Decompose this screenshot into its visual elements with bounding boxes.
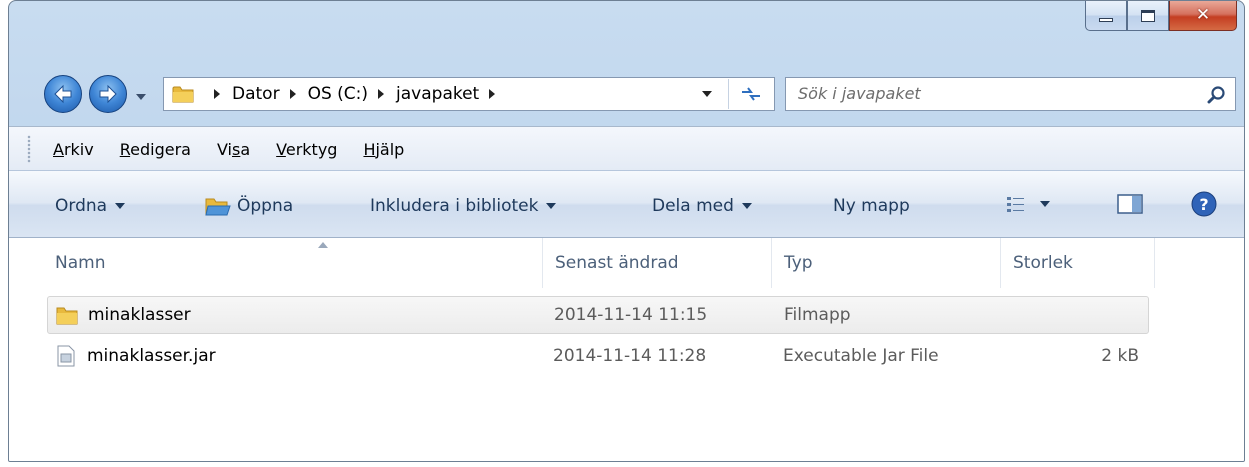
chevron-right-icon[interactable]: [374, 87, 388, 101]
breadcrumb-item-os-c[interactable]: OS (C:): [308, 84, 368, 104]
help-button[interactable]: ?: [1191, 187, 1217, 221]
include-in-library-button[interactable]: Inkludera i bibliotek: [370, 191, 557, 221]
address-history-dropdown-icon[interactable]: [700, 87, 714, 101]
file-type: Filmapp: [784, 305, 851, 325]
close-button[interactable]: ✕: [1169, 1, 1237, 31]
menu-item-label: rkiv: [63, 139, 94, 159]
search-field[interactable]: Sök i javapaket: [785, 77, 1236, 111]
folder-icon: [56, 307, 78, 325]
column-header-modified[interactable]: Senast ändrad: [543, 238, 772, 288]
menu-item-label: edigera: [130, 139, 191, 159]
open-button[interactable]: Öppna: [205, 191, 293, 221]
menu-item-mnemonic: H: [363, 139, 376, 159]
close-icon: ✕: [1195, 5, 1211, 25]
organize-button[interactable]: Ordna: [55, 191, 126, 221]
forward-button[interactable]: [89, 75, 127, 113]
jar-file-icon: [57, 345, 75, 367]
window-controls: ✕: [1085, 1, 1237, 39]
file-name: minaklasser: [88, 305, 191, 325]
menu-item-label: jälp: [375, 139, 405, 159]
chevron-right-icon[interactable]: [210, 87, 224, 101]
column-header-row: Namn Senast ändrad Typ Storlek: [9, 238, 1244, 288]
menu-bar: Arkiv Redigera Visa Verktyg Hjälp: [9, 126, 1244, 170]
svg-text:?: ?: [1199, 195, 1208, 214]
view-details-icon: [1007, 197, 1024, 212]
chevron-down-icon: [115, 203, 126, 209]
column-header-type[interactable]: Typ: [772, 238, 1001, 288]
breadcrumb-item-javapaket[interactable]: javapaket: [396, 84, 479, 104]
file-modified: 2014-11-14 11:15: [554, 305, 708, 325]
refresh-icon: [742, 87, 760, 101]
include-in-library-label: Inkludera i bibliotek: [370, 196, 539, 216]
file-list: Namn Senast ändrad Typ Storlek minaklass…: [9, 238, 1244, 461]
menu-item-mnemonic: A: [53, 139, 64, 159]
recent-pages-dropdown-icon[interactable]: [134, 90, 148, 104]
chevron-right-icon[interactable]: [286, 87, 300, 101]
share-with-label: Dela med: [652, 196, 734, 216]
menu-item-hjalp[interactable]: Hjälp: [363, 140, 404, 159]
breadcrumb-item-dator[interactable]: Dator: [232, 84, 280, 104]
menu-item-redigera[interactable]: Redigera: [120, 140, 191, 159]
chevron-down-icon: [741, 203, 752, 209]
menu-item-label: erktyg: [285, 139, 338, 159]
chevron-down-icon: [546, 203, 557, 209]
open-label: Öppna: [237, 196, 294, 216]
explorer-window: ✕ Dator OS (C:) javapaket Sök i javapake…: [8, 0, 1245, 462]
breadcrumb: Dator OS (C:) javapaket: [204, 78, 507, 110]
column-header-name[interactable]: Namn: [43, 238, 543, 288]
file-size: 2 kB: [1101, 346, 1139, 366]
column-header-size[interactable]: Storlek: [1001, 238, 1155, 288]
maximize-button[interactable]: [1127, 1, 1169, 31]
menu-item-mnemonic: V: [276, 139, 286, 159]
file-row-minaklasser-jar[interactable]: minaklasser.jar 2014-11-14 11:28 Executa…: [47, 338, 1149, 376]
change-view-button[interactable]: [1006, 187, 1050, 221]
column-header-label: Namn: [55, 253, 106, 273]
menu-item-visa[interactable]: Visa: [217, 140, 250, 159]
forward-arrow-icon: [99, 84, 117, 104]
menu-item-verktyg[interactable]: Verktyg: [276, 140, 337, 159]
column-header-label: Senast ändrad: [555, 253, 679, 273]
file-modified: 2014-11-14 11:28: [553, 346, 707, 366]
file-type: Executable Jar File: [783, 346, 939, 366]
organize-label: Ordna: [55, 196, 108, 216]
minimize-icon: [1099, 18, 1113, 22]
back-button[interactable]: [44, 75, 82, 113]
menu-item-mnemonic: R: [119, 139, 131, 159]
chevron-right-icon[interactable]: [485, 87, 499, 101]
help-icon: ?: [1191, 191, 1217, 217]
maximize-icon: [1141, 9, 1155, 22]
open-folder-icon: [205, 198, 231, 216]
chevron-down-icon: [1040, 201, 1050, 207]
folder-icon: [172, 86, 194, 103]
address-bar[interactable]: Dator OS (C:) javapaket: [163, 77, 775, 111]
refresh-button[interactable]: [728, 79, 773, 109]
preview-pane-button[interactable]: [1117, 187, 1143, 221]
file-name: minaklasser.jar: [87, 346, 216, 366]
search-placeholder: Sök i javapaket: [798, 84, 921, 103]
menu-item-label: Vi: [216, 139, 232, 159]
file-row-minaklasser[interactable]: minaklasser 2014-11-14 11:15 Filmapp: [47, 296, 1149, 334]
sort-ascending-icon: [318, 242, 328, 248]
back-arrow-icon: [54, 84, 72, 104]
new-folder-label: Ny mapp: [833, 196, 910, 216]
menu-item-arkiv[interactable]: Arkiv: [53, 140, 94, 159]
column-header-label: Typ: [784, 253, 813, 273]
search-icon[interactable]: [1207, 85, 1227, 105]
share-with-button[interactable]: Dela med: [652, 191, 752, 221]
preview-pane-icon: [1117, 194, 1143, 214]
menu-grip: [27, 135, 31, 163]
navigation-row: Dator OS (C:) javapaket Sök i javapaket: [9, 69, 1244, 119]
new-folder-button[interactable]: Ny mapp: [833, 191, 910, 221]
column-header-label: Storlek: [1013, 253, 1073, 273]
command-bar: Ordna Öppna Inkludera i bibliotek Dela m…: [9, 170, 1244, 238]
minimize-button[interactable]: [1085, 1, 1127, 31]
menu-item-label: a: [240, 139, 251, 159]
